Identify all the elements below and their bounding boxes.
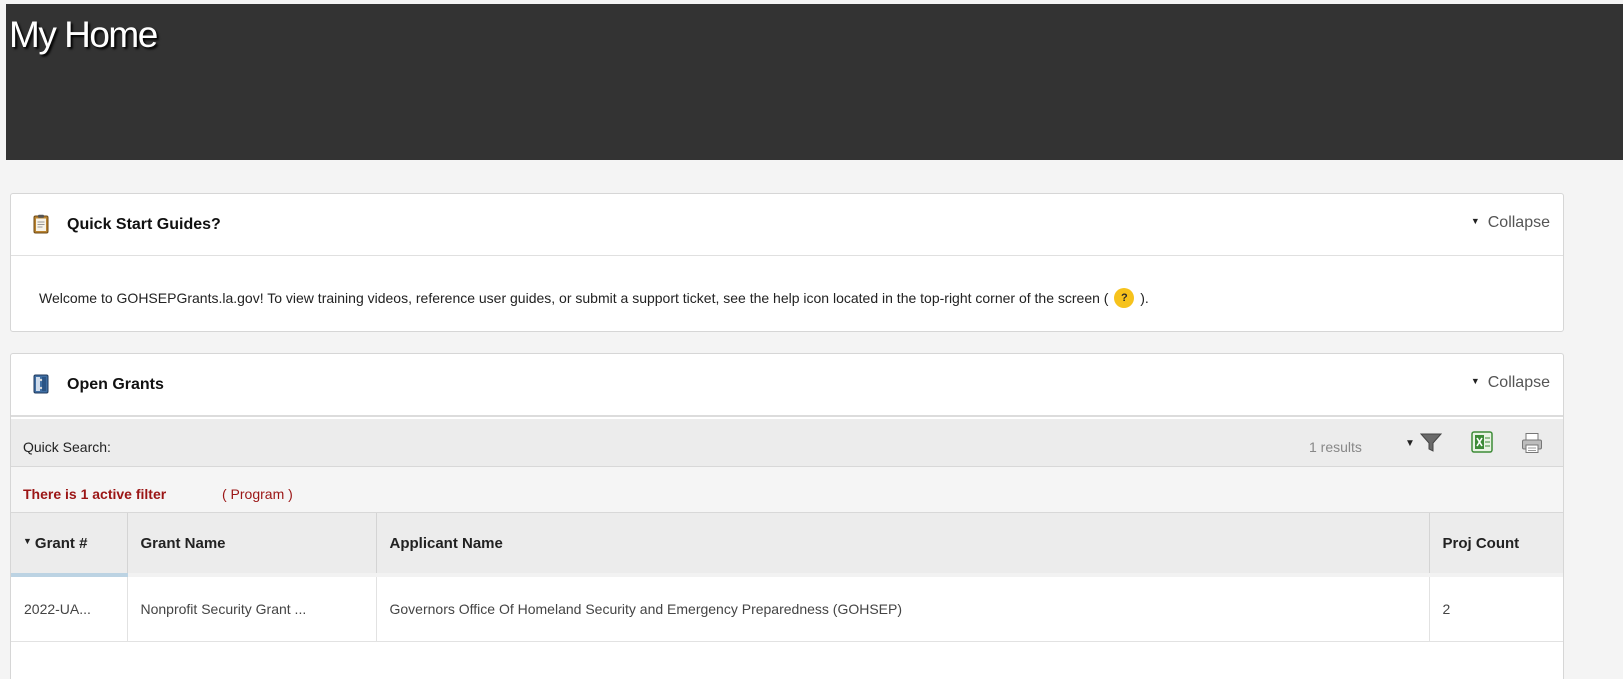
page-title: My Home (9, 14, 158, 55)
column-header-label: Grant # (34, 534, 88, 552)
open-grants-collapse-button[interactable]: ▼ Collapse (1471, 374, 1550, 392)
binder-icon (33, 374, 49, 394)
page-header: My Home (6, 4, 1623, 160)
results-count: 1 results (1309, 439, 1362, 455)
active-filter-program-link[interactable]: ( Program ) (222, 486, 293, 502)
welcome-text-end: ). (1140, 290, 1149, 306)
sort-desc-icon: ▼ (23, 535, 32, 546)
column-header-proj-count[interactable]: Proj Count (1429, 513, 1563, 577)
welcome-text: Welcome to GOHSEPGrants.la.gov! To view … (39, 290, 1109, 306)
cell-proj-count[interactable]: 2 (1429, 575, 1563, 642)
cell-applicant-name[interactable]: Governors Office Of Homeland Security an… (376, 575, 1430, 642)
table-row[interactable]: 2022-UA... Nonprofit Security Grant ... … (11, 575, 1563, 642)
collapse-label: Collapse (1487, 214, 1550, 231)
cell-grant-number[interactable]: 2022-UA... (11, 575, 128, 642)
active-filter-notice: There is 1 active filter ( Program ) (11, 467, 1563, 513)
column-header-grant-number[interactable]: ▼ Grant # (11, 513, 128, 577)
help-icon: ? (1114, 287, 1135, 308)
open-grants-title: Open Grants (67, 376, 164, 393)
quick-search-label[interactable]: Quick Search: (23, 439, 111, 455)
filter-dropdown-caret-icon[interactable]: ▼ (1405, 438, 1415, 449)
welcome-message: Welcome to GOHSEPGrants.la.gov! To view … (39, 287, 1149, 308)
grid-toolbar: Quick Search: 1 results ▼ (11, 419, 1563, 467)
open-grants-table: ▼ Grant # Grant Name Applicant Name Proj … (11, 513, 1563, 642)
excel-export-icon[interactable] (1471, 431, 1493, 453)
column-header-grant-name[interactable]: Grant Name (127, 513, 377, 577)
column-header-applicant-name[interactable]: Applicant Name (376, 513, 1430, 577)
active-filter-text: There is 1 active filter (23, 486, 167, 502)
quick-start-header: Quick Start Guides? ▼ Collapse (11, 194, 1563, 256)
quick-start-collapse-button[interactable]: ▼ Collapse (1471, 214, 1550, 232)
print-icon[interactable] (1521, 432, 1543, 454)
clipboard-icon (33, 214, 49, 234)
column-header-label: Grant Name (140, 534, 226, 552)
filter-icon[interactable] (1420, 433, 1442, 453)
open-grants-header: Open Grants ▼ Collapse (11, 354, 1563, 417)
quick-start-title: Quick Start Guides? (67, 216, 221, 233)
table-header-row: ▼ Grant # Grant Name Applicant Name Proj … (11, 513, 1563, 577)
collapse-label: Collapse (1487, 374, 1550, 391)
caret-down-icon: ▼ (1470, 216, 1480, 226)
caret-down-icon: ▼ (1470, 376, 1480, 386)
column-header-label: Applicant Name (389, 534, 503, 552)
quick-start-panel: Quick Start Guides? ▼ Collapse Welcome to… (10, 193, 1564, 332)
column-header-label: Proj Count (1442, 534, 1520, 552)
open-grants-panel: Open Grants ▼ Collapse Quick Search: 1 re… (10, 353, 1564, 679)
cell-grant-name[interactable]: Nonprofit Security Grant ... (127, 575, 377, 642)
